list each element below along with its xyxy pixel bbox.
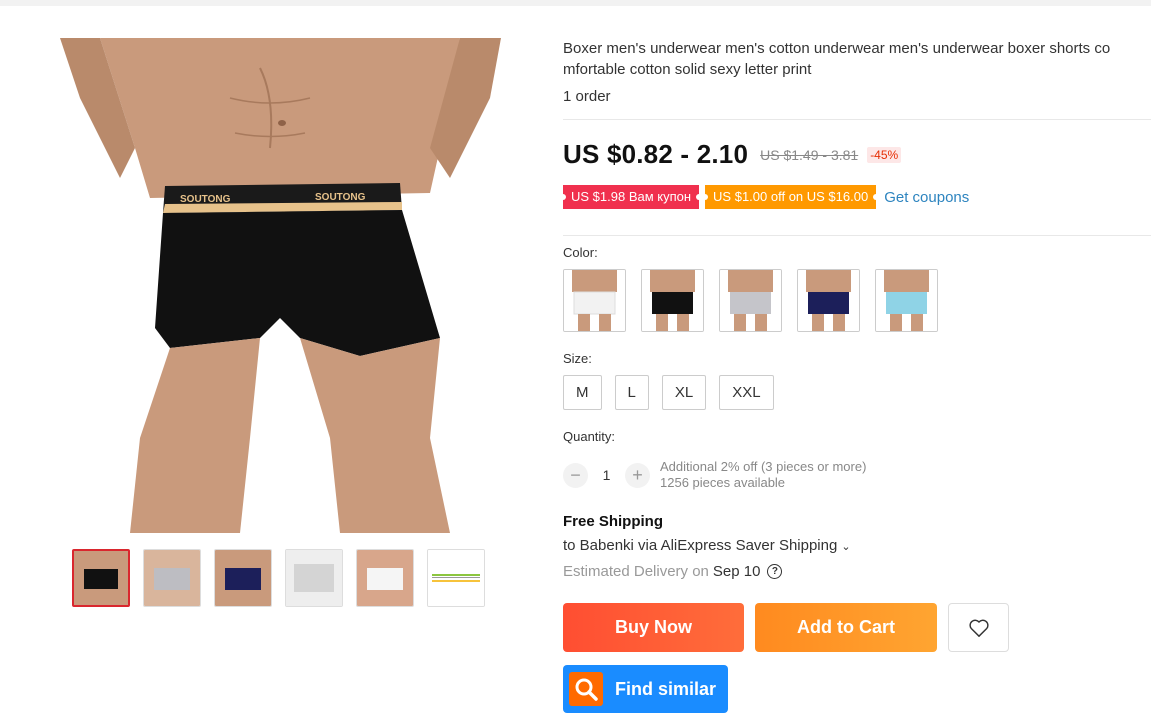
size-option-m[interactable]: M (563, 375, 602, 410)
product-title-line2: mfortable cotton solid sexy letter print (563, 61, 812, 78)
waistband-brand: SOUTONG (180, 194, 231, 205)
heart-icon (968, 619, 989, 637)
find-similar-button[interactable]: Find similar (563, 665, 728, 713)
find-similar-label: Find similar (615, 678, 717, 699)
add-to-cart-button[interactable]: Add to Cart (755, 603, 937, 652)
thumbnail-1-black[interactable] (72, 549, 130, 607)
color-option-white[interactable] (563, 269, 626, 332)
shipping-title: Free Shipping (563, 513, 664, 530)
quantity-value[interactable]: 1 (588, 467, 625, 483)
estimated-delivery-label: Estimated Delivery on (563, 563, 709, 580)
waistband-brand-2: SOUTONG (315, 192, 366, 203)
color-option-gray[interactable] (719, 269, 782, 332)
top-bar (0, 0, 1151, 6)
color-label: Color: (563, 245, 598, 260)
discount-badge: -45% (867, 146, 902, 163)
product-title: Boxer men's underwear men's cotton under… (563, 38, 1151, 80)
coupon-row: US $1.98 Вам купон US $1.00 off on US $1… (559, 185, 969, 209)
discount-coupon[interactable]: US $1.00 off on US $16.00 (702, 185, 880, 209)
estimated-delivery: Estimated Delivery on Sep 10 ? (563, 563, 783, 580)
thumbnail-2-gray[interactable] (143, 549, 201, 607)
thumbnail-6-size-chart[interactable] (427, 549, 485, 607)
quantity-stepper: − 1 + Additional 2% off (3 pieces or mor… (563, 459, 866, 491)
price-row: US $0.82 - 2.10 US $1.49 - 3.81 -45% (563, 139, 902, 170)
current-price: US $0.82 - 2.10 (563, 139, 749, 169)
size-option-xxl[interactable]: XXL (719, 375, 774, 410)
divider (563, 235, 1151, 236)
store-coupon[interactable]: US $1.98 Вам купон (559, 185, 703, 209)
shipping-method-text: to Babenki via AliExpress Saver Shipping (563, 537, 838, 554)
main-product-image[interactable]: SOUTONG SOUTONG (60, 38, 501, 533)
size-option-xl[interactable]: XL (661, 375, 707, 410)
color-option-black[interactable] (641, 269, 704, 332)
order-count: 1 order (563, 88, 611, 105)
get-coupons-link[interactable]: Get coupons (884, 189, 969, 206)
thumbnail-5-white[interactable] (356, 549, 414, 607)
size-option-l[interactable]: L (614, 375, 649, 410)
bulk-discount-note: Additional 2% off (3 pieces or more) (660, 459, 867, 474)
quantity-plus-button[interactable]: + (625, 462, 650, 488)
original-price: US $1.49 - 3.81 (760, 146, 859, 163)
color-option-light-blue[interactable] (875, 269, 938, 332)
size-label: Size: (563, 351, 592, 366)
question-icon[interactable]: ? (767, 564, 783, 579)
thumbnail-strip (72, 549, 485, 607)
size-options: M L XL XXL (563, 375, 774, 410)
shipping-method-selector[interactable]: to Babenki via AliExpress Saver Shipping… (563, 537, 851, 554)
quantity-minus-button[interactable]: − (563, 462, 588, 488)
chevron-down-icon: ⌄ (841, 541, 851, 553)
quantity-note: Additional 2% off (3 pieces or more) 125… (660, 459, 866, 491)
buy-now-button[interactable]: Buy Now (563, 603, 744, 652)
search-icon (569, 672, 603, 706)
thumbnail-3-navy[interactable] (214, 549, 272, 607)
product-info: Boxer men's underwear men's cotton under… (563, 38, 1151, 105)
color-option-navy[interactable] (797, 269, 860, 332)
thumbnail-4-light-gray[interactable] (285, 549, 343, 607)
color-options (563, 269, 938, 332)
quantity-label: Quantity: (563, 429, 616, 444)
wishlist-button[interactable] (948, 603, 1009, 652)
product-title-line1: Boxer men's underwear men's cotton under… (563, 40, 1111, 57)
stock-available: 1256 pieces available (660, 475, 786, 490)
divider (563, 119, 1151, 120)
estimated-delivery-date: Sep 10 (712, 563, 761, 580)
